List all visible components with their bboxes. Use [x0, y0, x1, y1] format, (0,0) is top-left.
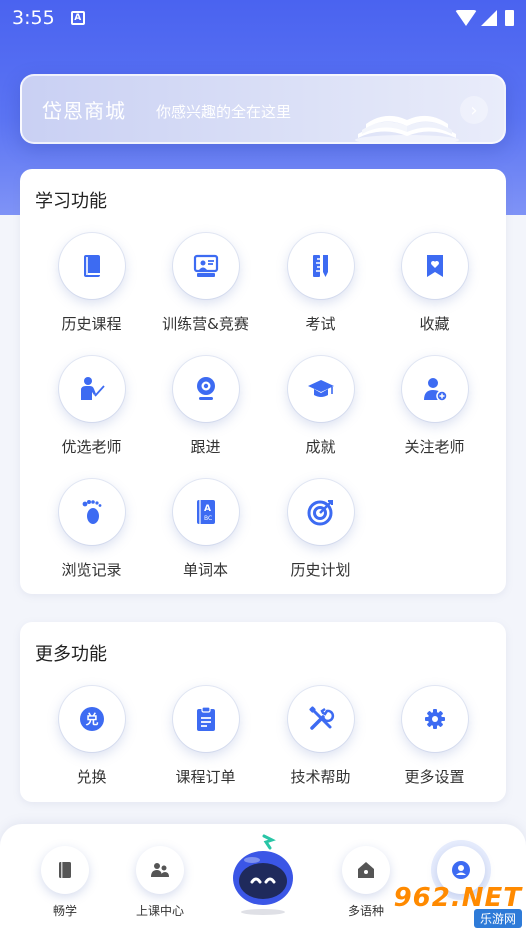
site-watermark: 962.NET 乐游网	[386, 880, 522, 930]
nav-label: 畅学	[52, 904, 77, 918]
status-time: 3:55	[12, 7, 55, 29]
battery-icon	[505, 10, 514, 26]
exam-button[interactable]: 考试	[263, 233, 378, 334]
user-follow-icon	[401, 356, 468, 422]
grid-label: 单词本	[182, 561, 228, 579]
featured-teachers-button[interactable]: 优选老师	[34, 356, 149, 457]
more-settings-button[interactable]: 更多设置	[377, 686, 492, 787]
clipboard-icon	[172, 686, 239, 752]
target-icon	[287, 479, 354, 545]
svg-text:兑: 兑	[85, 712, 98, 728]
status-bar: 3:55 A	[0, 0, 526, 36]
followed-teachers-button[interactable]: 关注老师	[377, 356, 492, 457]
teacher-icon	[58, 356, 125, 422]
chevron-right-icon[interactable]: ›	[460, 96, 488, 124]
grid-label: 成就	[305, 438, 336, 456]
grid-label: 课程订单	[175, 768, 236, 786]
course-orders-button[interactable]: 课程订单	[148, 686, 263, 787]
nav-label: 上课中心	[135, 904, 184, 918]
grid-label: 兑换	[76, 768, 107, 786]
grid-label: 跟进	[190, 438, 221, 456]
grid-label: 技术帮助	[290, 768, 351, 786]
tools-icon	[287, 686, 354, 752]
grid-label: 历史课程	[61, 315, 122, 333]
wifi-icon	[455, 10, 477, 26]
exchange-icon: 兑	[58, 686, 125, 752]
svg-text:A: A	[204, 504, 211, 514]
grid-label: 关注老师	[404, 438, 465, 456]
history-courses-button[interactable]: 历史课程	[34, 233, 149, 334]
grid-label: 历史计划	[290, 561, 351, 579]
tech-support-button[interactable]: 技术帮助	[263, 686, 378, 787]
watermark-caption: 乐游网	[473, 908, 522, 928]
bookmark-heart-icon	[401, 233, 468, 299]
redeem-button[interactable]: 兑 兑换	[34, 686, 149, 787]
book-nav-icon	[41, 846, 89, 894]
more-section-title: 更多功能	[35, 644, 107, 665]
grid-label: 训练营&竞赛	[162, 315, 249, 333]
webcam-icon	[172, 356, 239, 422]
group-icon	[136, 846, 184, 894]
history-plans-button[interactable]: 历史计划	[263, 479, 378, 580]
grid-label: 更多设置	[404, 768, 465, 786]
mall-banner[interactable]: 岱恩商城 你感兴趣的全在这里 ›	[20, 74, 506, 144]
notification-icon: A	[70, 11, 85, 25]
svg-text:BC: BC	[204, 515, 212, 522]
banner-subtitle: 你感兴趣的全在这里	[156, 103, 292, 121]
graduation-cap-icon	[287, 356, 354, 422]
achievements-button[interactable]: 成就	[263, 356, 378, 457]
signal-icon	[481, 10, 497, 26]
favorites-button[interactable]: 收藏	[377, 233, 492, 334]
grid-label: 优选老师	[61, 438, 122, 456]
grid-label: 收藏	[419, 315, 450, 333]
gear-icon	[401, 686, 468, 752]
grid-label: 考试	[305, 315, 336, 333]
robot-icon[interactable]	[228, 832, 298, 918]
open-book-icon	[355, 115, 459, 142]
book-icon	[58, 233, 125, 299]
ruler-pencil-icon	[287, 233, 354, 299]
footprint-icon	[58, 479, 125, 545]
learning-functions-card: 学习功能 历史课程 训练营&竞赛 考试 收藏 优选老师 跟进 成就 关注老师 浏…	[20, 169, 506, 594]
home-icon	[342, 846, 390, 894]
grid-label: 浏览记录	[61, 561, 122, 579]
nav-class-center[interactable]: 上课中心	[115, 846, 205, 919]
learning-section-title: 学习功能	[35, 191, 107, 212]
vocabulary-book-button[interactable]: A BC 单词本	[148, 479, 263, 580]
browse-history-button[interactable]: 浏览记录	[34, 479, 149, 580]
vocabulary-book-icon: A BC	[172, 479, 239, 545]
banner-title: 岱恩商城	[42, 99, 126, 123]
follow-up-button[interactable]: 跟进	[148, 356, 263, 457]
bootcamp-contest-button[interactable]: 训练营&竞赛	[148, 233, 263, 334]
more-functions-card: 更多功能 兑 兑换 课程订单 技术帮助 更多设置	[20, 622, 506, 802]
nav-study[interactable]: 畅学	[20, 846, 110, 919]
presentation-icon	[172, 233, 239, 299]
